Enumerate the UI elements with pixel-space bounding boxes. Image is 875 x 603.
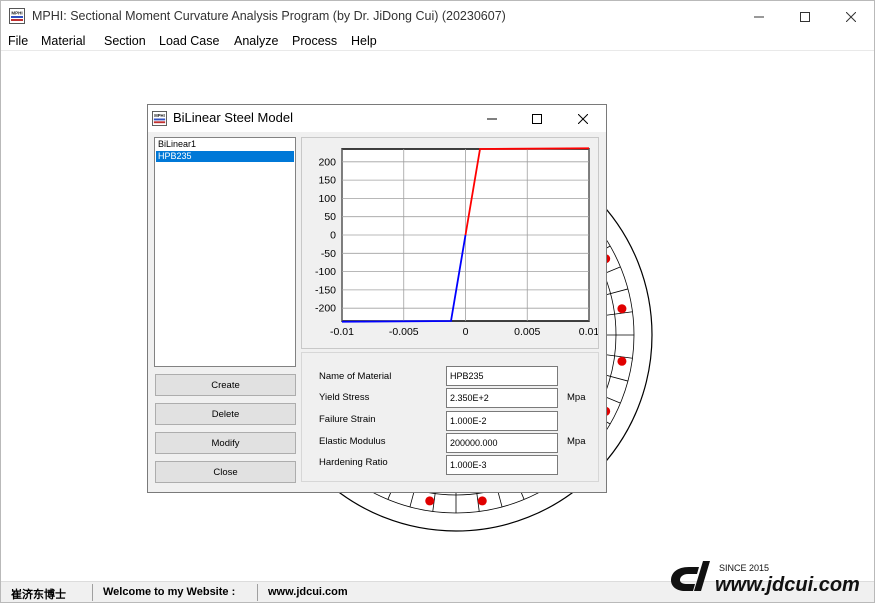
list-item-bilinear1[interactable]: BiLinear1: [156, 139, 294, 150]
window-title: MPHI: Sectional Moment Curvature Analysi…: [32, 9, 506, 23]
rebar-dot: [425, 496, 435, 506]
failure-strain-input[interactable]: 1.000E-2: [446, 411, 558, 431]
elastic-modulus-input[interactable]: 200000.000: [446, 433, 558, 453]
rebar-dot: [477, 496, 487, 506]
maximize-icon: [800, 11, 810, 22]
yield-stress-label: Yield Stress: [319, 392, 370, 403]
site-label: www.jdcui.com: [715, 574, 860, 596]
menu-help[interactable]: Help: [351, 34, 377, 48]
y-tick-label: 50: [324, 211, 336, 223]
menu-bar: File Material Section Load Case Analyze …: [1, 32, 874, 51]
close-icon: [577, 113, 588, 124]
stress-strain-chart-panel: -200 -150 -100 -50 0 50 100 150 200 -0.01 -0.005 0…: [301, 137, 599, 349]
dialog-title: BiLinear Steel Model: [173, 110, 293, 125]
y-tick-label: 200: [318, 156, 336, 168]
y-tick-label: -100: [315, 266, 336, 278]
stress-strain-chart: -200 -150 -100 -50 0 50 100 150 200 -0.01 -0.005 0…: [315, 147, 598, 338]
y-axis-ticks: -200 -150 -100 -50 0 50 100 150 200: [315, 156, 336, 314]
x-tick-label: -0.005: [389, 326, 419, 338]
status-welcome: Welcome to my Website :: [103, 586, 236, 598]
menu-section[interactable]: Section: [104, 34, 146, 48]
rebar-dot: [617, 304, 627, 314]
menu-material[interactable]: Material: [41, 34, 85, 48]
y-tick-label: 0: [330, 230, 336, 242]
svg-text:MPHI: MPHI: [11, 11, 22, 16]
list-item-hpb235[interactable]: HPB235: [156, 151, 294, 162]
create-button[interactable]: Create: [155, 374, 296, 396]
material-properties-panel: Name of Material HPB235 Yield Stress 2.3…: [301, 352, 599, 482]
app-icon: MPHI: [9, 8, 25, 24]
hardening-ratio-label: Hardening Ratio: [319, 457, 388, 468]
x-tick-label: 0.005: [514, 326, 540, 338]
modify-button[interactable]: Modify: [155, 432, 296, 454]
y-tick-label: -150: [315, 284, 336, 296]
x-tick-label: -0.01: [330, 326, 354, 338]
y-tick-label: -200: [315, 303, 336, 315]
maximize-icon: [531, 113, 542, 124]
jdcui-logo: SINCE 2015 www.jdcui.com: [671, 561, 860, 596]
dialog-app-icon: MPHI: [152, 111, 167, 126]
minimize-icon: [754, 16, 764, 17]
delete-button[interactable]: Delete: [155, 403, 296, 425]
dialog-minimize-button[interactable]: [469, 105, 514, 132]
name-of-material-input[interactable]: HPB235: [446, 366, 558, 386]
status-separator: [257, 584, 258, 601]
menu-process[interactable]: Process: [292, 34, 337, 48]
close-button[interactable]: [828, 1, 874, 32]
elastic-modulus-unit: Mpa: [567, 436, 586, 447]
rebar-dot: [617, 356, 627, 366]
menu-analyze[interactable]: Analyze: [234, 34, 278, 48]
bilinear-steel-dialog: MPHI BiLinear Steel Model BiLinear1 HPB2…: [147, 104, 607, 493]
elastic-modulus-label: Elastic Modulus: [319, 436, 386, 447]
main-window: MPHI MPHI: Sectional Moment Curvature An…: [0, 0, 875, 603]
hardening-ratio-input[interactable]: 1.000E-3: [446, 455, 558, 475]
x-tick-label: 0.01: [579, 326, 598, 338]
close-dialog-button[interactable]: Close: [155, 461, 296, 483]
minimize-icon: [486, 118, 497, 119]
svg-text:MPHI: MPHI: [154, 113, 165, 118]
menu-file[interactable]: File: [8, 34, 28, 48]
material-list[interactable]: BiLinear1 HPB235: [154, 137, 296, 367]
cd-logo-mark: [671, 561, 710, 591]
menu-load-case[interactable]: Load Case: [159, 34, 219, 48]
since-label: SINCE 2015: [719, 563, 769, 573]
close-icon: [846, 11, 856, 22]
status-author: 崔济东博士: [11, 588, 66, 601]
failure-strain-label: Failure Strain: [319, 414, 376, 425]
dialog-close-button[interactable]: [560, 105, 605, 132]
yield-stress-unit: Mpa: [567, 392, 586, 403]
status-separator: [92, 584, 93, 601]
y-tick-label: 100: [318, 193, 336, 205]
status-url: www.jdcui.com: [268, 586, 348, 598]
name-of-material-label: Name of Material: [319, 371, 392, 382]
x-axis-ticks: -0.01 -0.005 0 0.005 0.01: [330, 326, 598, 338]
yield-stress-input[interactable]: 2.350E+2: [446, 388, 558, 408]
minimize-button[interactable]: [736, 1, 782, 32]
x-tick-label: 0: [463, 326, 469, 338]
maximize-button[interactable]: [782, 1, 828, 32]
title-bar[interactable]: MPHI MPHI: Sectional Moment Curvature An…: [1, 1, 874, 32]
dialog-title-bar[interactable]: MPHI BiLinear Steel Model: [148, 105, 606, 132]
dialog-maximize-button[interactable]: [514, 105, 559, 132]
y-tick-label: -50: [321, 248, 336, 260]
y-tick-label: 150: [318, 175, 336, 187]
